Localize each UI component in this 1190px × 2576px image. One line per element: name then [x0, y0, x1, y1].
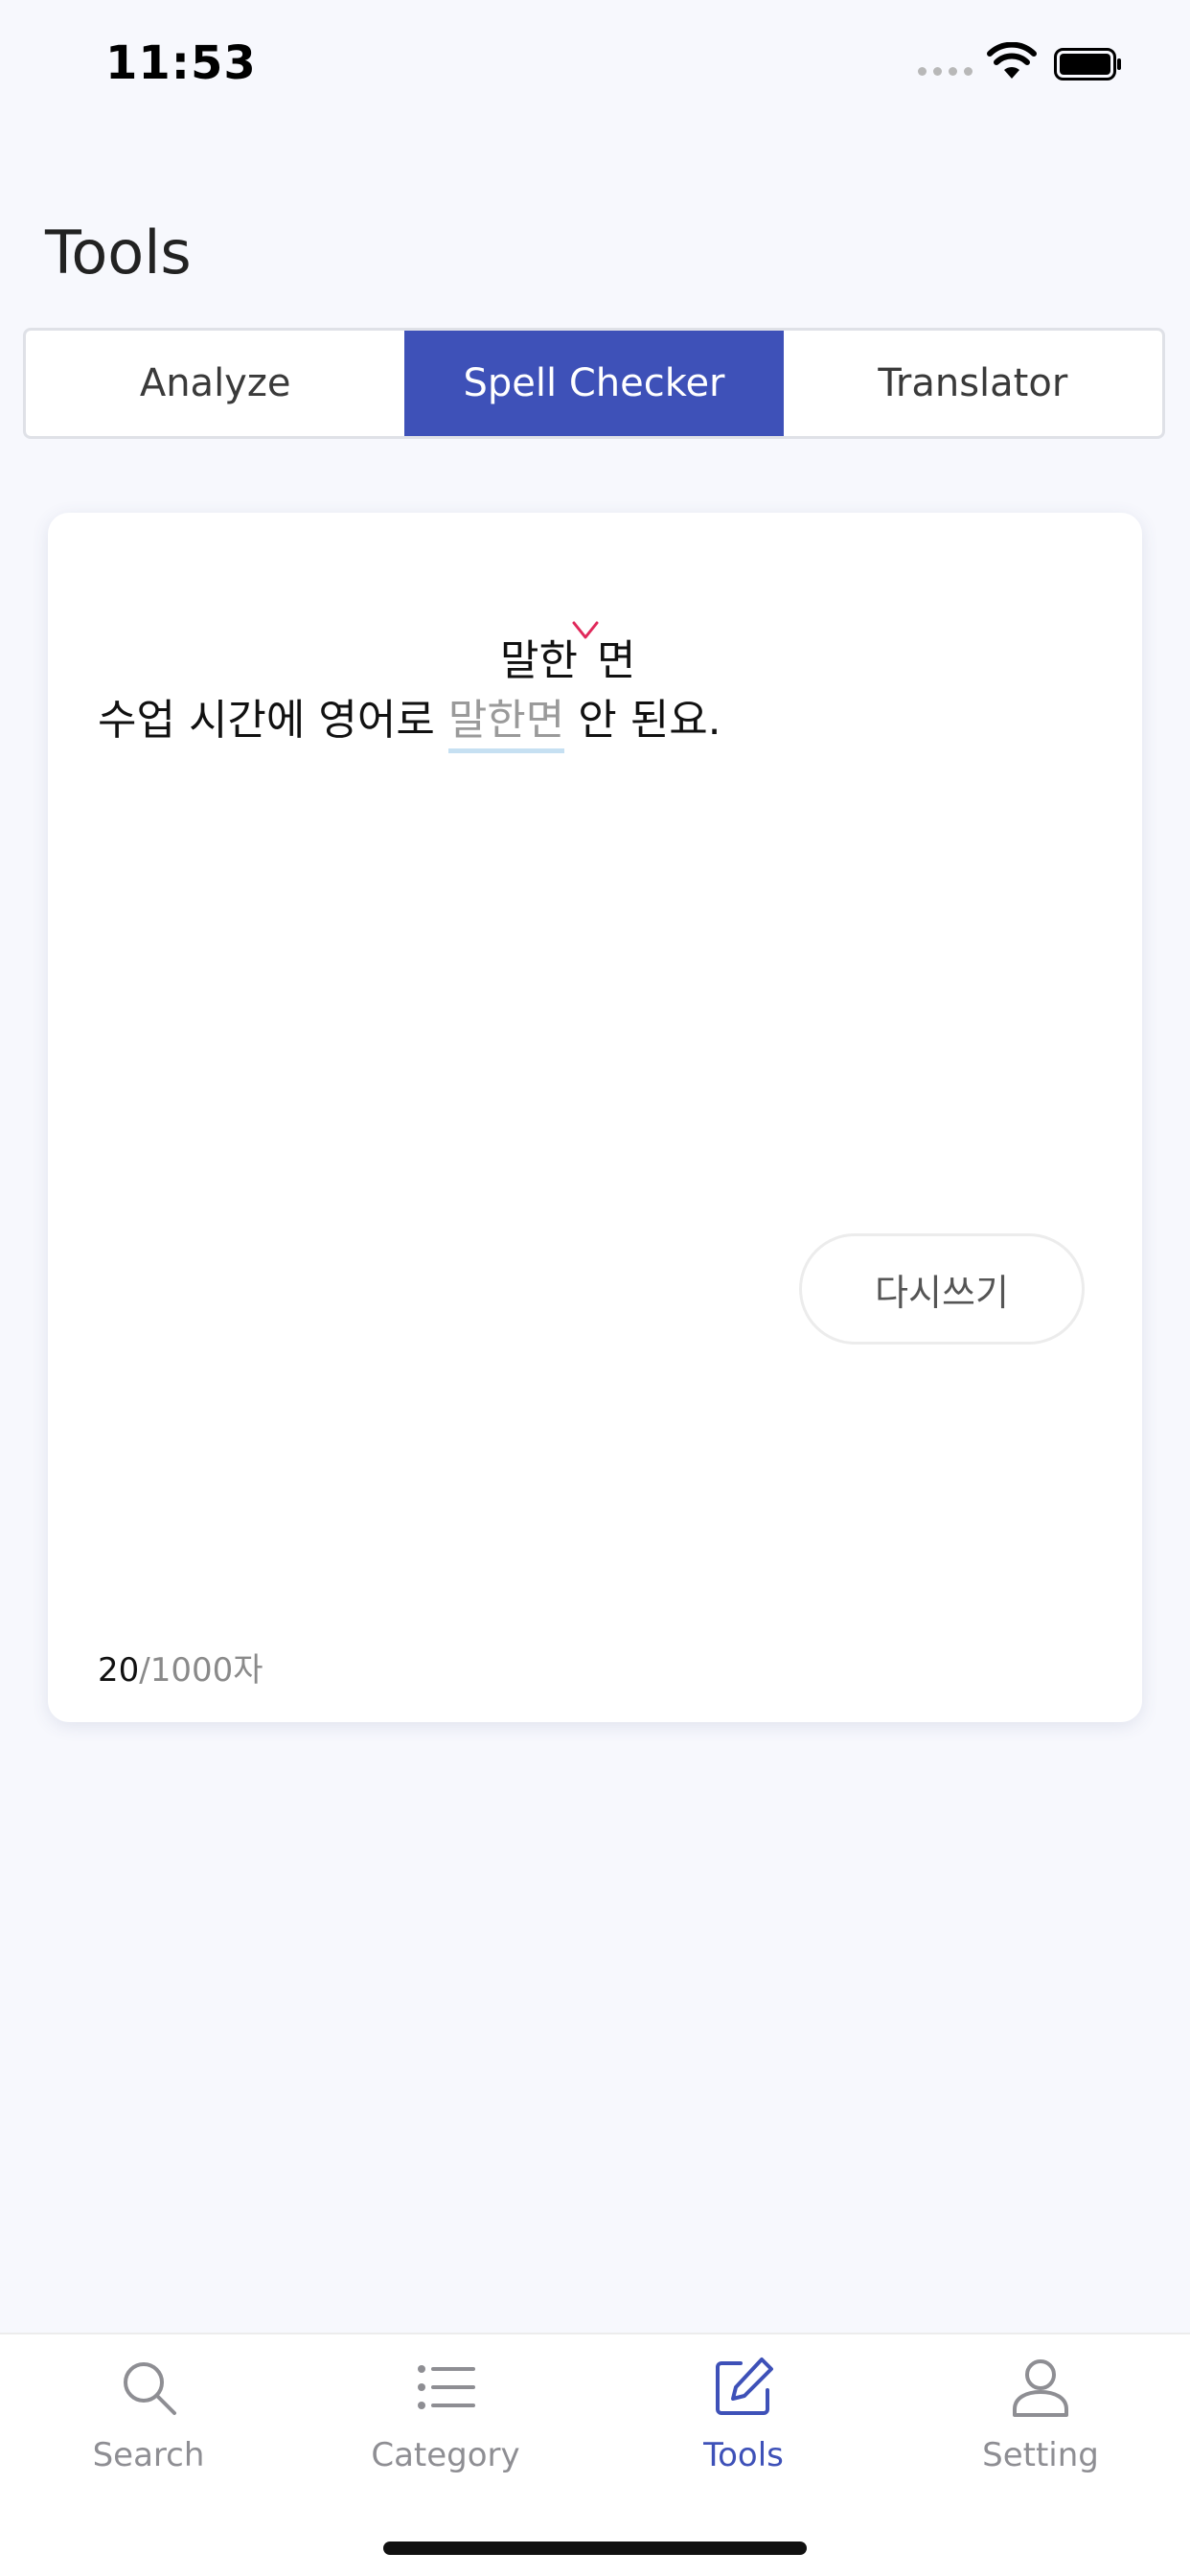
tab-analyze[interactable]: Analyze	[26, 331, 404, 436]
char-limit: /1000자	[139, 1651, 263, 1690]
tab-spell-checker[interactable]: Spell Checker	[404, 331, 784, 436]
char-count: 20	[98, 1651, 140, 1690]
suggestion-part1: 말한	[500, 636, 578, 685]
sentence-after: 안 된요.	[564, 696, 721, 745]
spacing-correction-icon	[572, 621, 599, 639]
correction-suggestion[interactable]: 말한 면	[500, 626, 635, 687]
nav-category-label: Category	[371, 2436, 520, 2474]
character-counter: 20/1000자	[98, 1644, 263, 1690]
misspelled-word[interactable]: 말한면	[447, 696, 565, 753]
person-icon	[1013, 2359, 1068, 2417]
input-text[interactable]: 수업 시간에 영어로 말한면 안 된요.	[98, 685, 721, 753]
nav-setting[interactable]: Setting	[926, 2356, 1156, 2499]
nav-tools-label: Tools	[703, 2436, 784, 2474]
nav-tools[interactable]: Tools	[629, 2356, 858, 2499]
tool-tabs: Analyze Spell Checker Translator	[23, 328, 1165, 439]
nav-category[interactable]: Category	[331, 2356, 561, 2499]
edit-icon	[716, 2358, 773, 2415]
sentence-before: 수업 시간에 영어로	[98, 696, 448, 745]
bottom-tab-bar: Search Category Tools Setting	[0, 2333, 1190, 2576]
nav-setting-label: Setting	[982, 2436, 1099, 2474]
nav-search-label: Search	[92, 2436, 205, 2474]
wifi-icon	[987, 42, 1037, 79]
list-icon	[418, 2365, 475, 2409]
search-icon	[124, 2362, 176, 2415]
tab-translator[interactable]: Translator	[784, 331, 1162, 436]
spell-check-card: 말한 면 수업 시간에 영어로 말한면 안 된요. 다시쓰기 20/1000자	[48, 513, 1142, 1722]
suggestion-part2: 면	[596, 636, 636, 685]
page-title: Tools	[45, 217, 192, 288]
status-time: 11:53	[105, 36, 257, 90]
cellular-signal-icon	[918, 67, 973, 76]
status-bar: 11:53	[0, 0, 1190, 129]
home-indicator[interactable]	[383, 2542, 807, 2555]
rewrite-button[interactable]: 다시쓰기	[799, 1233, 1085, 1345]
nav-search[interactable]: Search	[34, 2356, 263, 2499]
battery-icon	[1054, 48, 1121, 80]
